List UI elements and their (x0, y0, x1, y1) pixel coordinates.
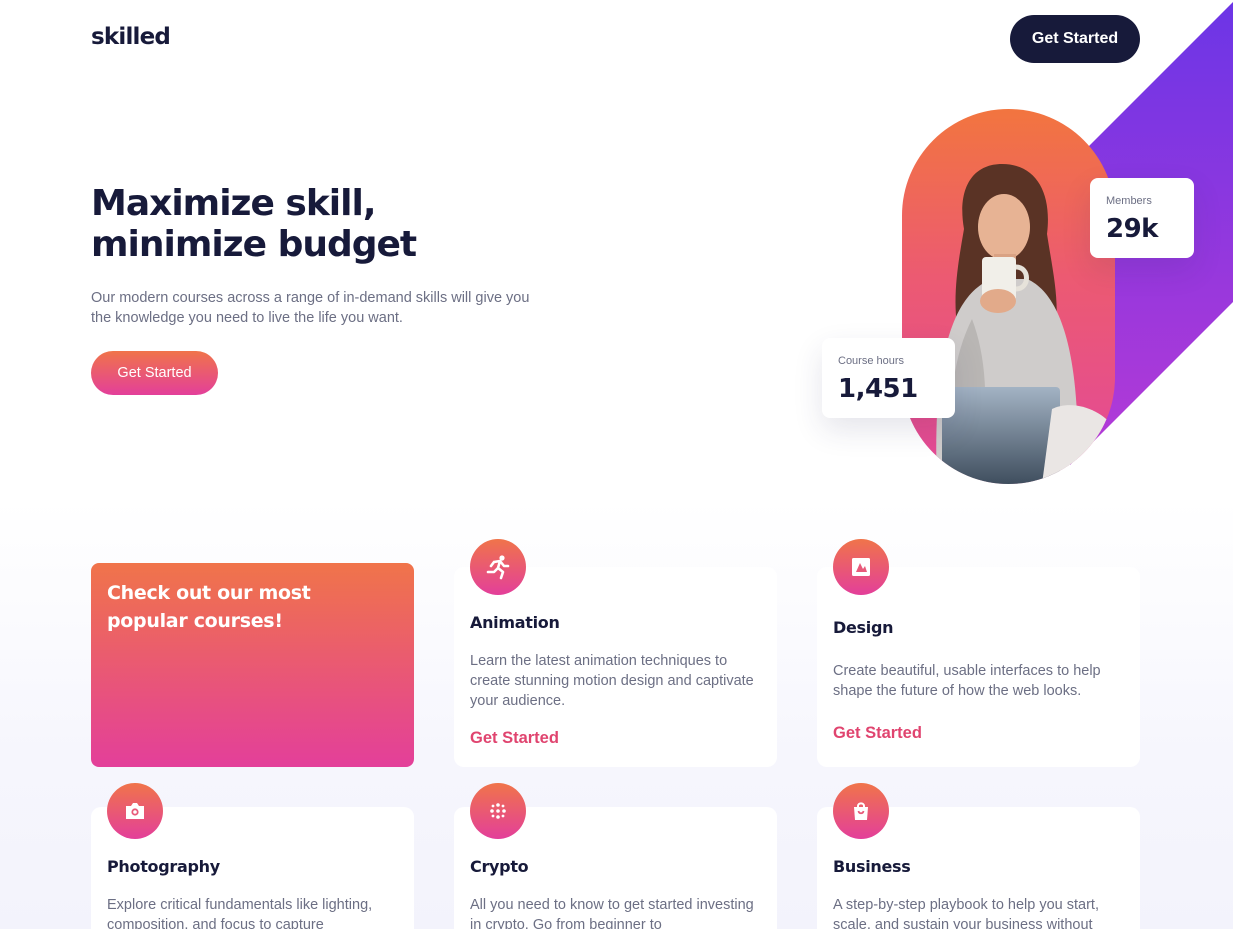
shopping-bag-icon (833, 783, 889, 839)
course-title: Photography (107, 857, 220, 876)
animation-get-started-link[interactable]: Get Started (470, 729, 559, 748)
camera-icon (107, 783, 163, 839)
hero-image (902, 109, 1115, 484)
course-description: Create beautiful, usable interfaces to h… (833, 663, 1101, 699)
hero-title: Maximize skill, minimize budget (91, 183, 417, 265)
hero-get-started-button[interactable]: Get Started (91, 351, 218, 395)
members-value: 29k (1106, 214, 1158, 244)
hero-description: Our modern courses across a range of in-… (91, 290, 530, 326)
promo-text: Check out our most popular courses! (107, 582, 311, 632)
popular-courses-promo: Check out our most popular courses! (91, 563, 414, 767)
course-hours-value: 1,451 (838, 374, 918, 404)
course-hours-label: Course hours (838, 355, 905, 367)
design-icon (833, 539, 889, 595)
course-title: Crypto (470, 857, 529, 876)
design-get-started-link[interactable]: Get Started (833, 724, 922, 743)
running-figure-icon (470, 539, 526, 595)
course-description: Explore critical fundamentals like light… (107, 897, 373, 929)
logo[interactable]: skilled (91, 24, 171, 50)
crypto-icon (470, 783, 526, 839)
members-stat-card: Members 29k (1090, 178, 1194, 258)
course-description: A step-by-step playbook to help you star… (833, 897, 1099, 929)
course-title: Business (833, 857, 911, 876)
course-hours-stat-card: Course hours 1,451 (822, 338, 955, 418)
course-description: All you need to know to get started inve… (470, 897, 754, 929)
woman-with-mug-illustration (936, 164, 1115, 484)
course-title: Design (833, 618, 894, 637)
course-title: Animation (470, 613, 560, 632)
course-description: Learn the latest animation techniques to… (470, 653, 754, 709)
members-label: Members (1106, 195, 1152, 207)
header-get-started-button[interactable]: Get Started (1010, 15, 1140, 63)
